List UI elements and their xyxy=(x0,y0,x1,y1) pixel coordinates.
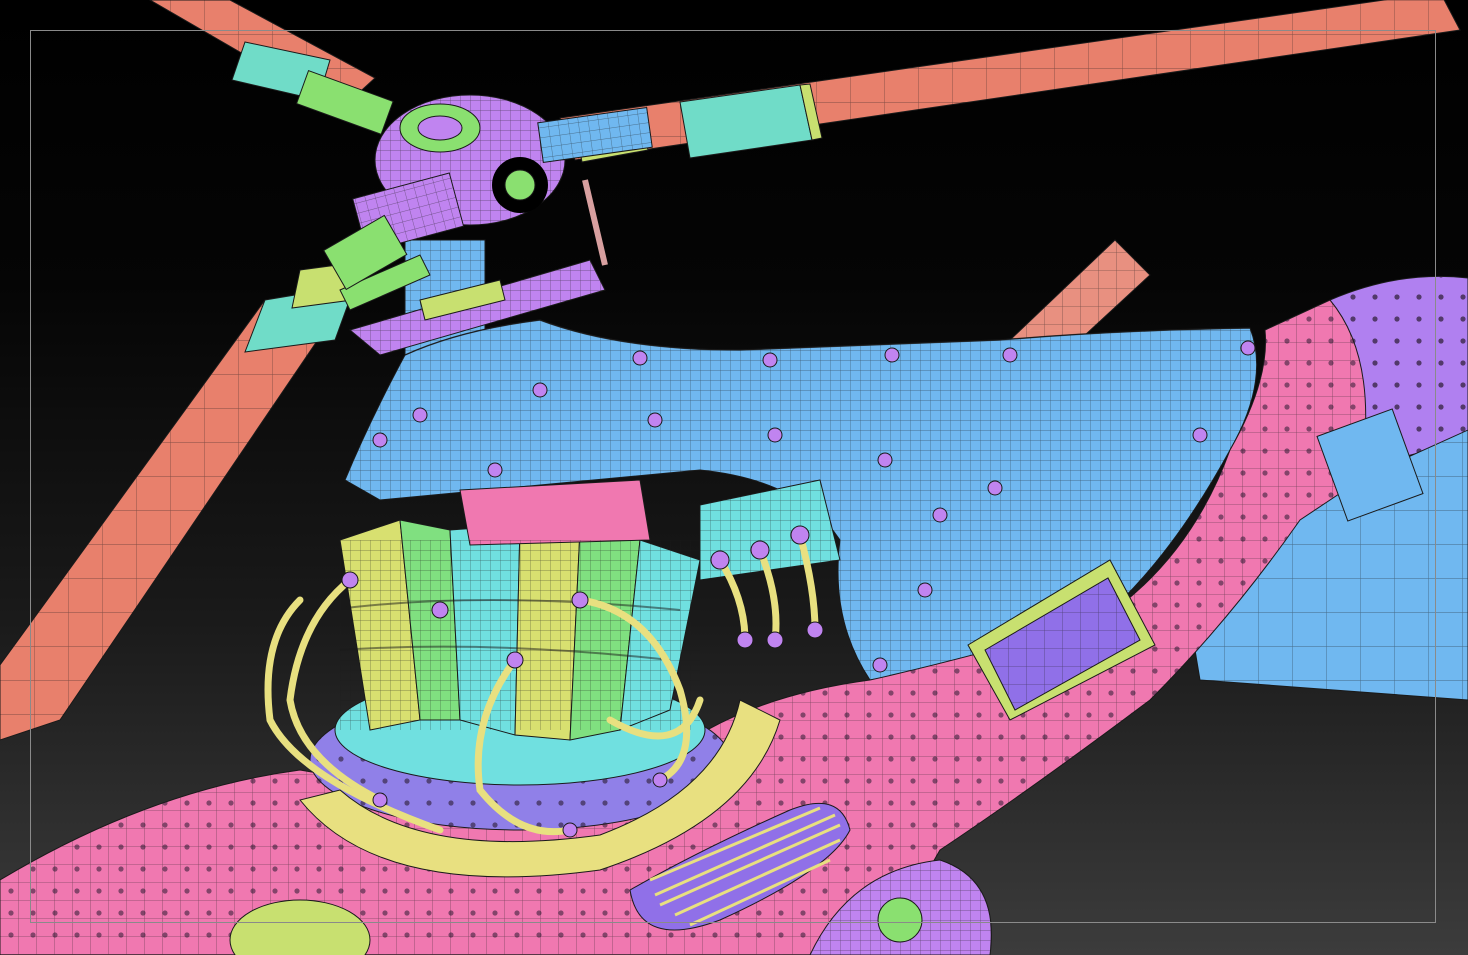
rotor-blade-left xyxy=(0,261,361,741)
rotor-blade-right xyxy=(559,0,1461,163)
helicopter-wireframe-render xyxy=(0,0,1468,955)
3d-viewport[interactable] xyxy=(0,0,1468,955)
